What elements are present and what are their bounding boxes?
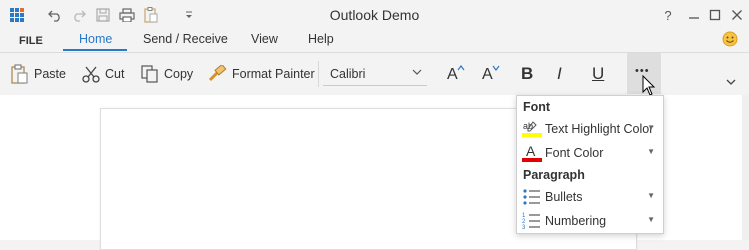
italic-button[interactable]: I [557, 53, 562, 95]
numbering-label: Numbering [545, 214, 607, 228]
window-title: Outlook Demo [329, 7, 420, 23]
tab-home[interactable]: Home [79, 32, 112, 46]
numbering-item[interactable]: 1 2 3 Numbering ▼ [519, 210, 661, 232]
svg-text:3: 3 [522, 225, 526, 231]
submenu-arrow-icon: ▼ [647, 215, 655, 224]
chevron-down-icon [726, 79, 736, 85]
copy-label: Copy [164, 67, 194, 81]
numbering-icon: 1 2 3 [522, 211, 542, 231]
submenu-arrow-icon: ▼ [647, 191, 655, 200]
app-grid-icon[interactable] [8, 6, 26, 24]
vertical-scrollbar[interactable] [742, 95, 749, 240]
cut-label: Cut [105, 67, 125, 81]
paste-label: Paste [34, 67, 66, 81]
cut-button[interactable]: Cut [82, 53, 124, 95]
bullets-item[interactable]: Bullets ▼ [519, 186, 661, 208]
paste-small-icon[interactable] [142, 6, 160, 24]
font-color-label: Font Color [545, 146, 604, 160]
chevron-down-icon [412, 66, 422, 80]
ribbon-separator [318, 61, 319, 87]
bold-label: B [521, 64, 534, 83]
font-section-header: Font [523, 100, 551, 114]
smiley-icon[interactable] [722, 31, 738, 47]
ribbon-collapse-button[interactable] [726, 76, 736, 90]
shrink-font-icon: A [481, 65, 500, 83]
minimize-icon[interactable] [685, 6, 703, 24]
paintbrush-icon [207, 63, 227, 83]
font-name-dropdown[interactable]: Calibri [323, 63, 427, 86]
font-color-item[interactable]: A Font Color ▼ [519, 142, 661, 164]
tab-send-receive[interactable]: Send / Receive [143, 32, 228, 46]
highlighter-icon: ab [522, 119, 542, 139]
font-name-value: Calibri [330, 67, 366, 81]
tab-file[interactable]: FILE [19, 35, 43, 47]
underline-label: U [592, 64, 605, 83]
text-highlight-color-item[interactable]: ab Text Highlight Color ▼ [519, 118, 661, 140]
mouse-cursor-icon [642, 74, 656, 97]
paste-button[interactable]: Paste [11, 53, 66, 95]
svg-text:A: A [526, 143, 536, 159]
format-painter-label: Format Painter [232, 67, 315, 81]
submenu-arrow-icon: ▼ [647, 123, 655, 132]
save-icon[interactable] [94, 6, 112, 24]
restore-icon[interactable] [706, 6, 724, 24]
close-icon[interactable] [728, 6, 746, 24]
title-bar: Outlook Demo ? [0, 0, 749, 30]
submenu-arrow-icon: ▼ [647, 147, 655, 156]
bold-button[interactable]: B [521, 53, 533, 95]
redo-icon[interactable] [70, 6, 88, 24]
copy-button[interactable]: Copy [141, 53, 193, 95]
italic-label: I [557, 64, 562, 83]
bullets-label: Bullets [545, 190, 583, 204]
shrink-font-button[interactable]: A [481, 53, 500, 95]
tab-help[interactable]: Help [308, 32, 334, 46]
tab-view[interactable]: View [251, 32, 278, 46]
scissors-icon [82, 65, 100, 83]
bullets-icon [522, 187, 542, 207]
customize-toolbar-icon[interactable] [180, 6, 198, 24]
copy-icon [141, 65, 159, 83]
grow-font-icon: A [446, 65, 465, 83]
help-icon[interactable]: ? [659, 6, 677, 24]
print-icon[interactable] [118, 6, 136, 24]
paragraph-section-header: Paragraph [523, 168, 585, 182]
active-tab-indicator [63, 49, 127, 51]
text-highlight-color-label: Text Highlight Color [545, 122, 654, 136]
grow-font-button[interactable]: A [446, 53, 465, 95]
overflow-menu: Font ab Text Highlight Color ▼ A Font Co… [516, 95, 664, 234]
underline-button[interactable]: U [592, 53, 604, 95]
format-painter-button[interactable]: Format Painter [207, 53, 315, 95]
paste-icon [11, 64, 29, 84]
undo-icon[interactable] [46, 6, 64, 24]
font-color-icon: A [522, 143, 542, 163]
